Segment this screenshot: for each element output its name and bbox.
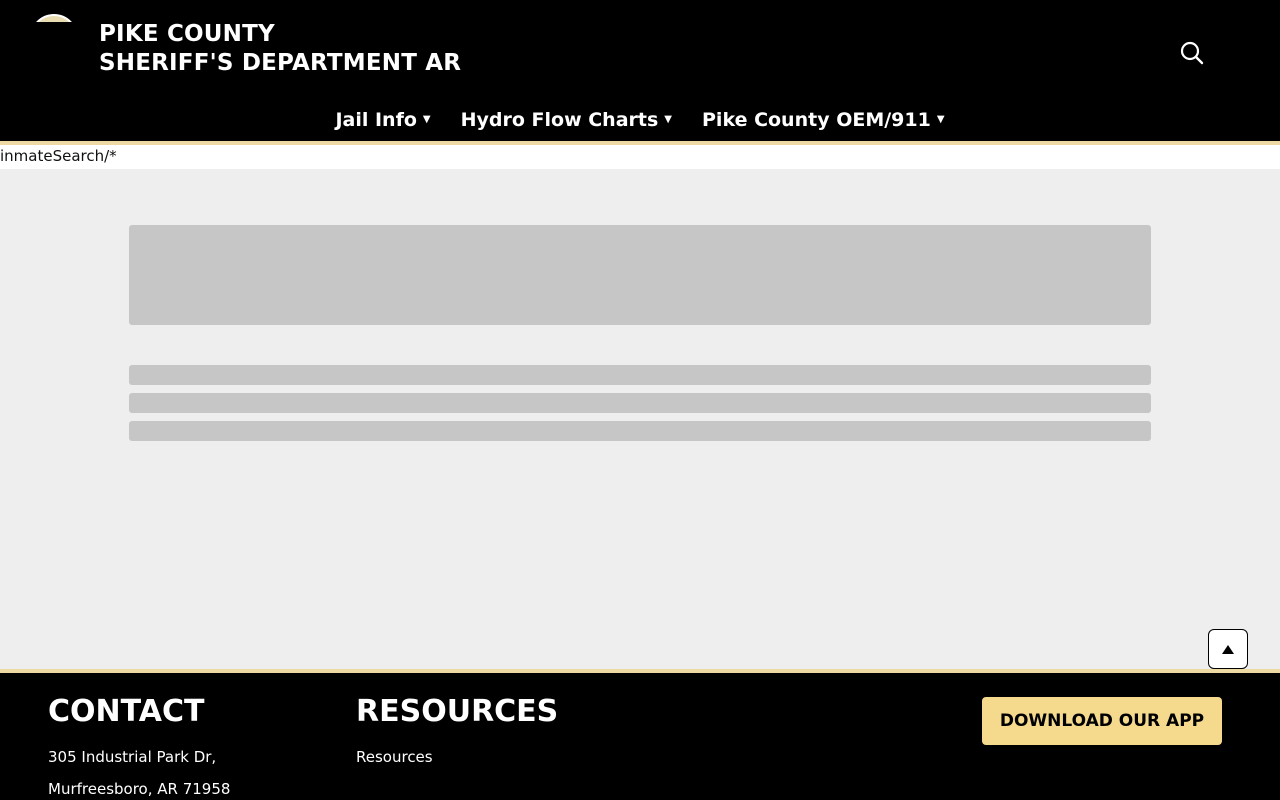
arrow-up-icon <box>1222 644 1234 654</box>
path-text: inmateSearch/* <box>0 147 117 165</box>
caret-down-icon: ▼ <box>664 114 672 125</box>
search-icon <box>1180 41 1204 65</box>
nav-item-jail-info[interactable]: Jail Info ▼ <box>335 104 430 136</box>
site-footer: CONTACT 305 Industrial Park Dr, Murfrees… <box>0 673 1280 800</box>
loading-placeholder-block <box>129 225 1151 325</box>
nav-item-oem-911[interactable]: Pike County OEM/911 ▼ <box>702 104 945 136</box>
caret-down-icon: ▼ <box>936 114 945 125</box>
nav-item-label: Hydro Flow Charts <box>460 109 659 131</box>
contact-heading: CONTACT <box>48 694 205 729</box>
search-button[interactable] <box>1177 38 1207 68</box>
loading-placeholder-line <box>129 365 1151 385</box>
logo-badge-icon <box>30 14 78 22</box>
sheriff-logo[interactable] <box>30 14 78 22</box>
nav-item-label: Pike County OEM/911 <box>702 109 931 131</box>
resources-heading: RESOURCES <box>356 694 559 729</box>
back-to-top-button[interactable] <box>1208 629 1248 669</box>
nav-item-hydro-flow-charts[interactable]: Hydro Flow Charts ▼ <box>461 104 672 136</box>
nav-item-label: Jail Info <box>335 109 417 131</box>
path-strip <box>0 145 1280 169</box>
site-title-line1: PIKE COUNTY <box>99 21 275 47</box>
main-nav: Jail Info ▼ Hydro Flow Charts ▼ Pike Cou… <box>0 104 1280 136</box>
loading-placeholder-line <box>129 393 1151 413</box>
site-header: PIKE COUNTY SHERIFF'S DEPARTMENT AR Jail… <box>0 0 1280 141</box>
loading-placeholder-line <box>129 421 1151 441</box>
address-line1: 305 Industrial Park Dr, <box>48 748 217 766</box>
site-title[interactable]: PIKE COUNTY SHERIFF'S DEPARTMENT AR <box>99 20 461 78</box>
address-line2: Murfreesboro, AR 71958 <box>48 780 231 798</box>
caret-down-icon: ▼ <box>422 114 431 125</box>
download-app-button[interactable]: DOWNLOAD OUR APP <box>982 697 1222 745</box>
resources-link[interactable]: Resources <box>356 747 433 767</box>
site-title-line2: SHERIFF'S DEPARTMENT AR <box>99 50 462 76</box>
